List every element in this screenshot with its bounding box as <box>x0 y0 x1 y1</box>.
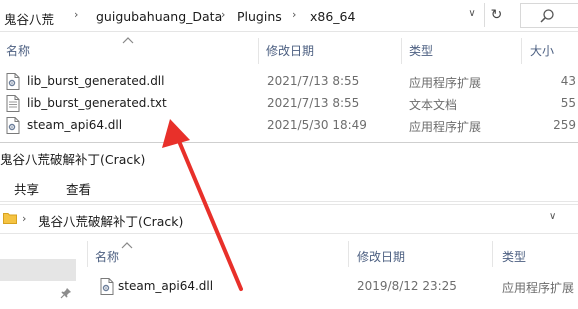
file-type: 应用程序扩展 <box>502 281 575 295</box>
file-modified: 2021/7/13 8:55 <box>267 96 360 110</box>
breadcrumb-segment[interactable]: x86_64 <box>310 9 355 24</box>
file-row[interactable]: lib_burst_generated.txt 2021/7/13 8:55 文… <box>0 93 578 115</box>
column-divider[interactable] <box>258 38 259 64</box>
column-divider[interactable] <box>521 38 522 64</box>
file-modified: 2021/5/30 18:49 <box>267 118 367 132</box>
ribbon: 共享 查看 <box>0 171 578 201</box>
file-name: steam_api64.dll <box>118 279 214 293</box>
file-type: 应用程序扩展 <box>409 120 482 134</box>
window-title: 鬼谷八荒破解补丁(Crack) <box>0 152 146 167</box>
dll-file-icon <box>100 278 114 295</box>
folder-icon <box>3 213 17 224</box>
chevron-right-icon[interactable]: › <box>74 8 78 21</box>
file-name: steam_api64.dll <box>27 118 123 132</box>
breadcrumb-segment[interactable]: 鬼谷八荒破解补丁(Crack) <box>38 211 183 230</box>
tab-view[interactable]: 查看 <box>66 179 91 198</box>
address-bar[interactable]: › 鬼谷八荒破解补丁(Crack) ∨ <box>0 204 578 234</box>
dll-file-icon <box>6 73 20 90</box>
chevron-right-icon[interactable]: › <box>22 212 26 225</box>
file-row[interactable]: steam_api64.dll 2021/5/30 18:49 应用程序扩展 2… <box>0 115 578 137</box>
chevron-down-icon[interactable]: ∨ <box>549 211 556 222</box>
file-row[interactable]: steam_api64.dll 2019/8/12 23:25 应用程序扩展 <box>96 276 578 298</box>
top-explorer-window: 鬼谷八荒 › guigubahuang_Data › Plugins › x86… <box>0 0 578 140</box>
sort-ascending-icon <box>121 242 133 249</box>
column-header-name[interactable]: 名称 <box>6 42 30 64</box>
column-header-type[interactable]: 类型 <box>502 248 526 265</box>
chevron-right-icon[interactable]: › <box>221 8 225 21</box>
sort-ascending-icon <box>122 37 134 44</box>
navigation-pane <box>0 235 80 309</box>
refresh-icon: ↻ <box>490 7 503 23</box>
tab-share[interactable]: 共享 <box>14 179 39 198</box>
breadcrumb-segment[interactable]: guigubahuang_Data <box>96 9 222 24</box>
column-divider[interactable] <box>401 38 402 64</box>
column-header-modified[interactable]: 修改日期 <box>266 42 314 64</box>
column-header-type[interactable]: 类型 <box>409 42 433 64</box>
address-bar[interactable]: 鬼谷八荒 › guigubahuang_Data › Plugins › x86… <box>0 0 578 32</box>
file-type: 应用程序扩展 <box>409 76 482 90</box>
file-size: 259 <box>553 118 576 132</box>
search-icon <box>540 9 554 23</box>
column-divider[interactable] <box>87 241 88 267</box>
file-name: lib_burst_generated.txt <box>27 96 167 110</box>
pin-icon[interactable] <box>60 287 72 299</box>
divider <box>0 201 578 202</box>
file-size: 43 <box>560 74 576 88</box>
column-divider[interactable] <box>492 241 493 267</box>
breadcrumb-segment[interactable]: Plugins <box>237 9 282 24</box>
nav-selected-item[interactable] <box>0 259 76 281</box>
chevron-down-icon[interactable]: ∨ <box>464 8 480 24</box>
file-row[interactable]: lib_burst_generated.dll 2021/7/13 8:55 应… <box>0 71 578 93</box>
column-divider[interactable] <box>348 241 349 267</box>
column-header-size[interactable]: 大小 <box>530 42 554 64</box>
file-modified: 2021/7/13 8:55 <box>267 74 360 88</box>
file-name: lib_burst_generated.dll <box>27 74 165 88</box>
dll-file-icon <box>6 117 20 134</box>
search-input[interactable] <box>520 3 578 28</box>
file-modified: 2019/8/12 23:25 <box>357 279 457 293</box>
bottom-explorer-window: 鬼谷八荒破解补丁(Crack) 共享 查看 › 鬼谷八荒破解补丁(Crack) … <box>0 142 578 309</box>
text-file-icon <box>6 95 20 112</box>
column-header-name[interactable]: 名称 <box>95 248 119 265</box>
file-size: 55 <box>560 96 576 110</box>
breadcrumb-segment[interactable]: 鬼谷八荒 <box>4 9 54 28</box>
refresh-button[interactable]: ↻ <box>484 3 508 27</box>
file-type: 文本文档 <box>409 98 458 112</box>
column-header-modified[interactable]: 修改日期 <box>357 248 405 265</box>
chevron-right-icon[interactable]: › <box>292 8 296 21</box>
